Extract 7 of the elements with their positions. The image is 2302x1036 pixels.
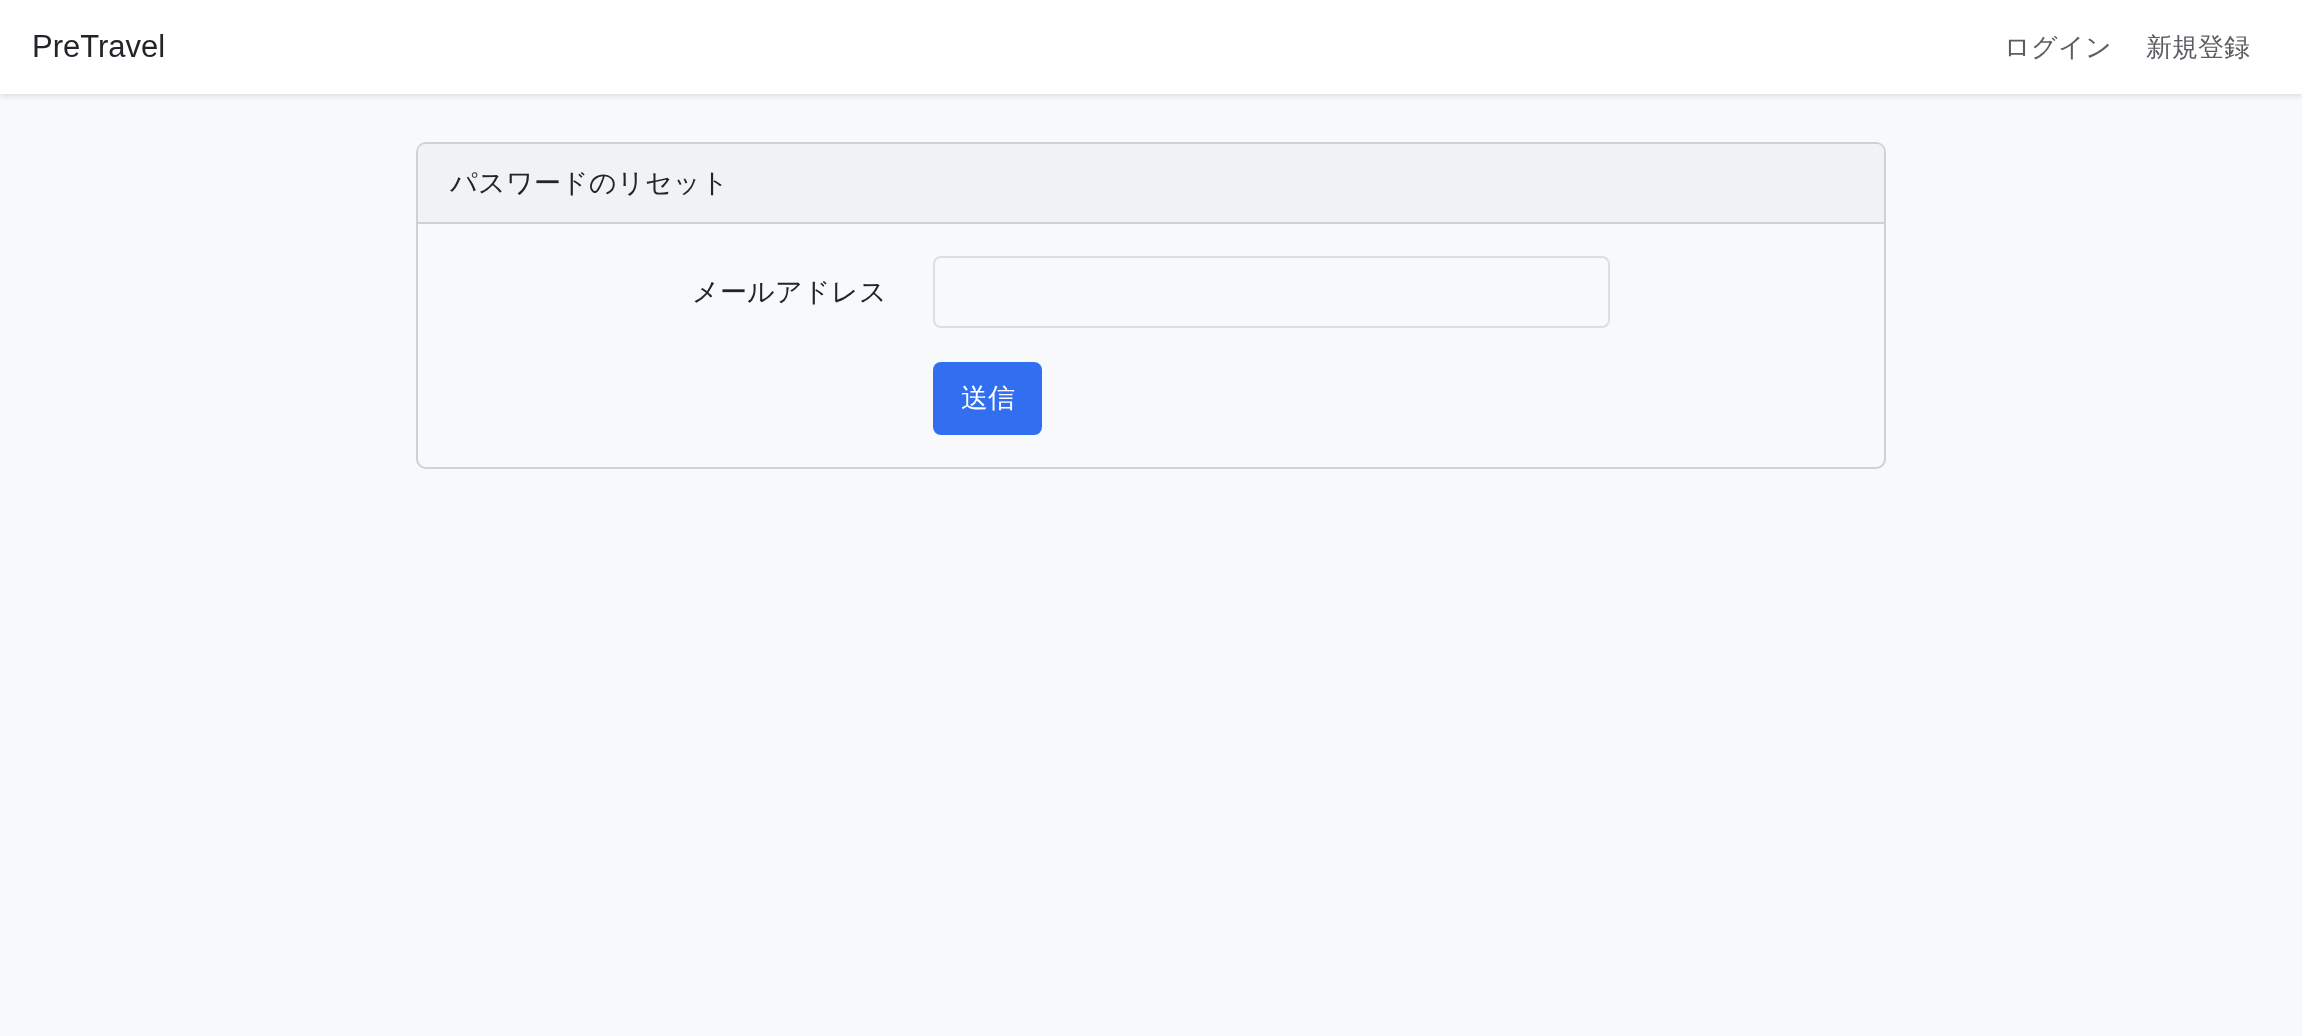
email-field[interactable] [933, 256, 1610, 328]
nav-link[interactable]: 新規登録 [2146, 27, 2250, 67]
submit-button[interactable]: 送信 [933, 362, 1042, 435]
brand-link[interactable]: PreTravel [32, 23, 166, 71]
email-label: メールアドレス [691, 275, 887, 309]
card-title: パスワードのリセット [450, 166, 729, 200]
nav-link[interactable]: ログイン [2004, 27, 2112, 67]
